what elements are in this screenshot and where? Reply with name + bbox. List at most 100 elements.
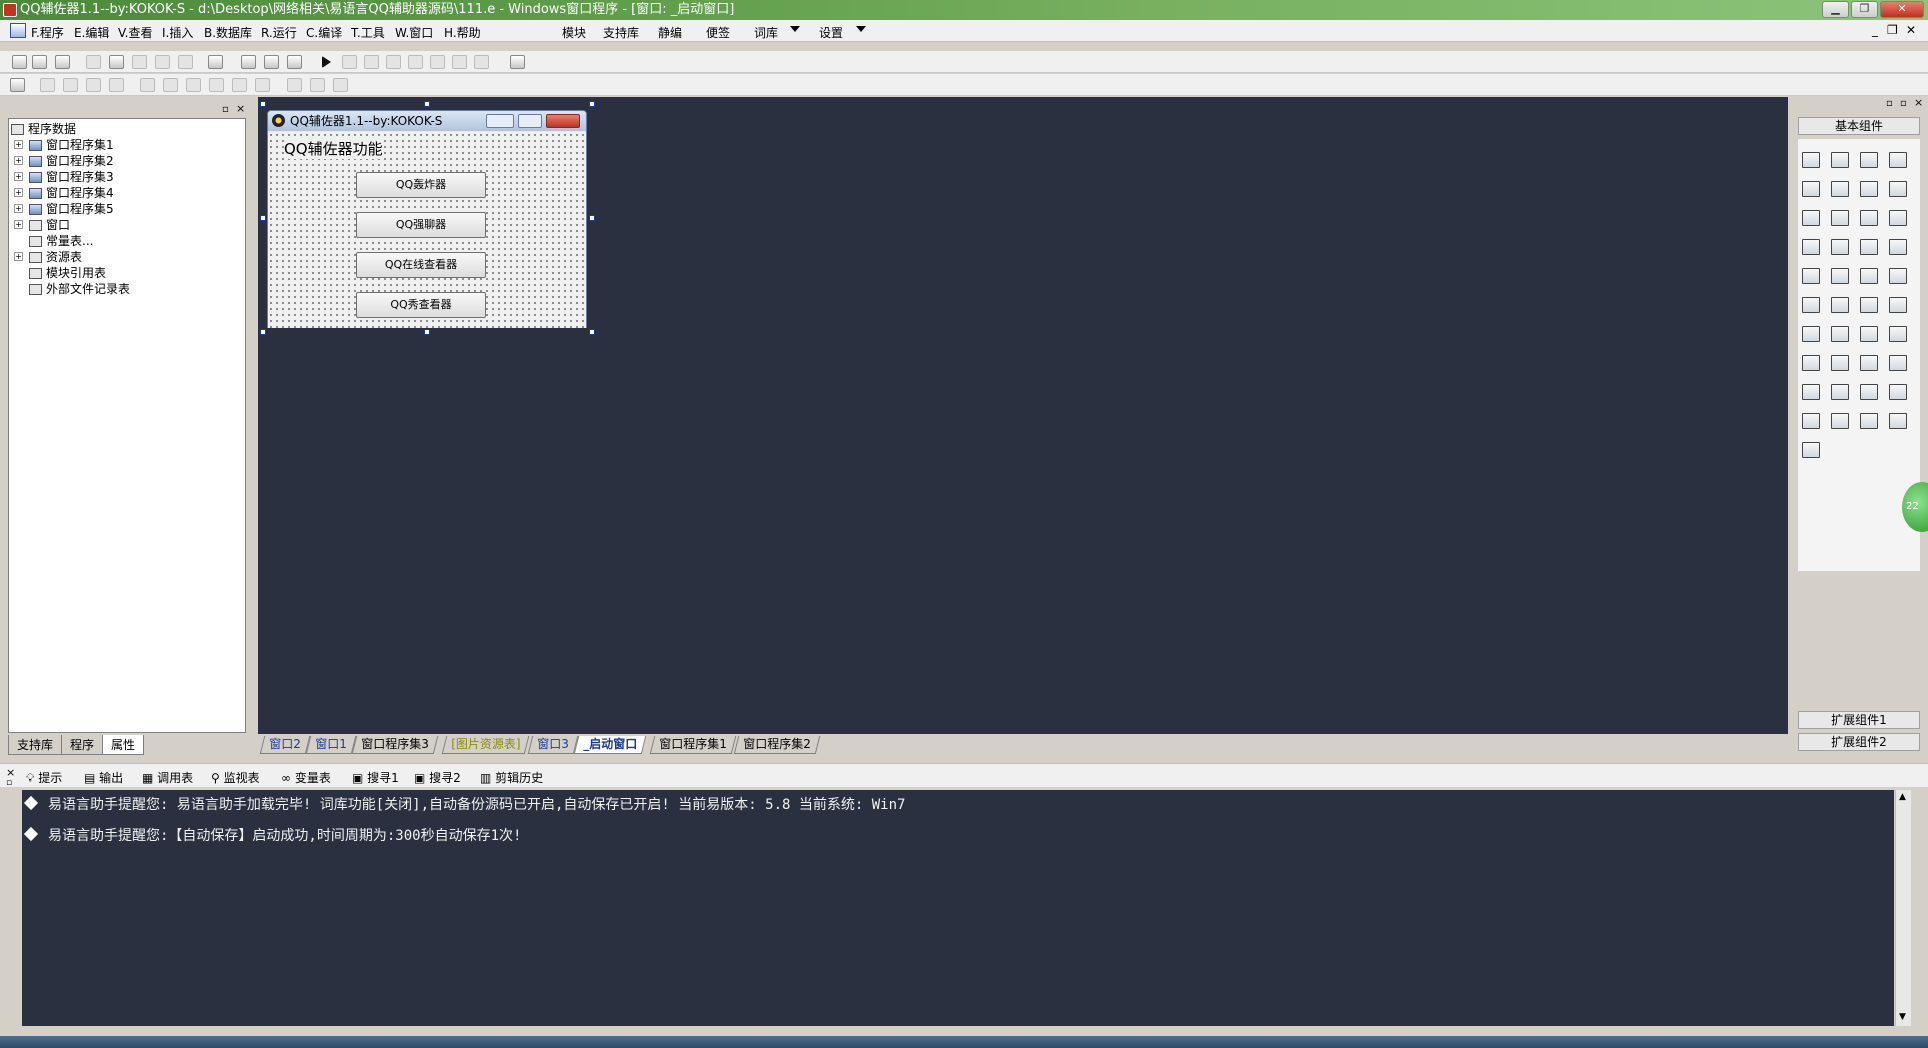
component-tool-icon[interactable]	[1802, 210, 1820, 226]
restore-icon[interactable]: ▫	[1900, 98, 1907, 109]
minimize-button[interactable]: ▁	[1822, 1, 1849, 18]
menu-help[interactable]: H.帮助	[444, 24, 481, 41]
component-tool-icon[interactable]	[1889, 268, 1907, 284]
component-tool-icon[interactable]	[1831, 355, 1849, 371]
menu-module[interactable]: 模块	[562, 24, 586, 41]
menu-database[interactable]: B.数据库	[204, 24, 252, 41]
same-size-icon[interactable]	[333, 78, 348, 92]
stretch-h-icon[interactable]	[287, 78, 302, 92]
resize-handle[interactable]	[424, 329, 430, 335]
save-icon[interactable]	[55, 55, 70, 69]
panel-close-icon[interactable]: ×	[1914, 96, 1923, 109]
component-tool-icon[interactable]	[1860, 297, 1878, 313]
tree-item[interactable]: 常量表...	[29, 234, 93, 248]
tree-item[interactable]: 窗口程序集2	[29, 154, 114, 168]
stop-icon[interactable]	[342, 55, 357, 69]
tree-item[interactable]: 程序数据	[11, 122, 76, 136]
pin-icon[interactable]: ▫	[1886, 98, 1893, 109]
same-height-icon[interactable]	[255, 78, 270, 92]
doc-tab[interactable]: 窗口程序集1	[649, 736, 736, 754]
tab-program[interactable]: 程序	[61, 735, 104, 755]
component-tool-icon[interactable]	[1889, 326, 1907, 342]
component-tool-icon[interactable]	[1860, 268, 1878, 284]
design-window-titlebar[interactable]: QQ辅佐器1.1--by:KOKOK-S	[268, 111, 586, 131]
scroll-up-icon[interactable]: ▲	[1899, 792, 1906, 802]
step-5-icon[interactable]	[452, 55, 467, 69]
close-button[interactable]: ✕	[1880, 1, 1924, 18]
component-tool-icon[interactable]	[1831, 384, 1849, 400]
menu-view[interactable]: V.查看	[118, 24, 152, 41]
component-tool-icon[interactable]	[1860, 384, 1878, 400]
doc-tab[interactable]: [图片资源表]	[441, 736, 530, 754]
step-4-icon[interactable]	[430, 55, 445, 69]
component-tool-icon[interactable]	[1889, 413, 1907, 429]
tab-watch[interactable]: ⚲ 监视表	[211, 769, 260, 786]
menu-window[interactable]: W.窗口	[395, 24, 433, 41]
component-tool-icon[interactable]	[1860, 152, 1878, 168]
doc-tab[interactable]: 窗口3	[527, 736, 578, 754]
component-tool-icon[interactable]	[1802, 239, 1820, 255]
center-h-icon[interactable]	[140, 78, 155, 92]
doc-tab[interactable]: 窗口程序集3	[351, 736, 438, 754]
tab-variables[interactable]: ∞ 变量表	[281, 769, 331, 786]
qq-bomber-button[interactable]: QQ轰炸器	[356, 172, 486, 198]
qq-online-viewer-button[interactable]: QQ在线查看器	[356, 252, 486, 278]
find-icon[interactable]	[208, 55, 223, 69]
tab-search1[interactable]: ▣ 搜寻1	[352, 769, 399, 786]
menu-edit[interactable]: E.编辑	[74, 24, 109, 41]
component-tool-icon[interactable]	[1889, 210, 1907, 226]
open-folder-icon[interactable]	[32, 55, 47, 69]
component-tool-icon[interactable]	[1889, 181, 1907, 197]
tree-item[interactable]: 窗口程序集4	[29, 186, 114, 200]
hand-icon[interactable]	[474, 55, 489, 69]
component-tool-icon[interactable]	[1889, 152, 1907, 168]
tab-call-table[interactable]: ▦ 调用表	[142, 769, 193, 786]
binoculars-icon[interactable]	[510, 55, 525, 69]
space-v-icon[interactable]	[209, 78, 224, 92]
resize-handle[interactable]	[260, 101, 266, 107]
menu-support-lib[interactable]: 支持库	[603, 24, 639, 41]
step-3-icon[interactable]	[408, 55, 423, 69]
tree-item[interactable]: 外部文件记录表	[29, 282, 130, 296]
mdi-restore-button[interactable]: ❐	[1887, 23, 1898, 37]
component-tool-icon[interactable]	[1860, 413, 1878, 429]
maximize-button[interactable]: ❐	[1851, 1, 1878, 18]
paste-icon[interactable]	[132, 55, 147, 69]
component-tool-icon[interactable]	[1889, 239, 1907, 255]
resize-handle[interactable]	[589, 215, 595, 221]
align-top-icon[interactable]	[86, 78, 101, 92]
scroll-down-icon[interactable]: ▼	[1899, 1012, 1906, 1022]
same-width-icon[interactable]	[232, 78, 247, 92]
layout-3-icon[interactable]	[287, 55, 302, 69]
tree-item[interactable]: 资源表	[29, 250, 82, 264]
undo-icon[interactable]	[178, 55, 193, 69]
component-tool-icon[interactable]	[1831, 181, 1849, 197]
component-tool-icon[interactable]	[1860, 239, 1878, 255]
component-tool-icon[interactable]	[1802, 326, 1820, 342]
menu-lexicon[interactable]: 词库	[754, 24, 778, 41]
tab-hint[interactable]: 💡︎ 提示	[26, 769, 62, 786]
component-tool-icon[interactable]	[1889, 355, 1907, 371]
step-2-icon[interactable]	[386, 55, 401, 69]
doc-tab-active[interactable]: _启动窗口	[573, 736, 647, 754]
tab-properties[interactable]: 属性	[102, 735, 145, 755]
run-icon[interactable]	[322, 56, 331, 68]
menu-notes[interactable]: 便签	[706, 24, 730, 41]
output-scrollbar[interactable]: ▲ ▼	[1895, 790, 1911, 1026]
component-tool-icon[interactable]	[1831, 152, 1849, 168]
tab-output[interactable]: ▤ 输出	[84, 769, 123, 786]
component-tool-icon[interactable]	[1802, 268, 1820, 284]
component-tool-icon[interactable]	[1889, 384, 1907, 400]
space-h-icon[interactable]	[186, 78, 201, 92]
align-left-icon[interactable]	[40, 78, 55, 92]
basic-components-header[interactable]: 基本组件	[1798, 117, 1920, 135]
new-file-icon[interactable]	[12, 55, 27, 69]
copy-icon[interactable]	[109, 55, 124, 69]
cut-icon[interactable]	[86, 55, 101, 69]
expand-icon[interactable]: +	[14, 156, 23, 165]
component-tool-icon[interactable]	[1831, 268, 1849, 284]
tree-item[interactable]: 窗口程序集1	[29, 138, 114, 152]
layout-2-icon[interactable]	[264, 55, 279, 69]
component-tool-icon[interactable]	[1831, 413, 1849, 429]
tree-item[interactable]: 模块引用表	[29, 266, 106, 280]
